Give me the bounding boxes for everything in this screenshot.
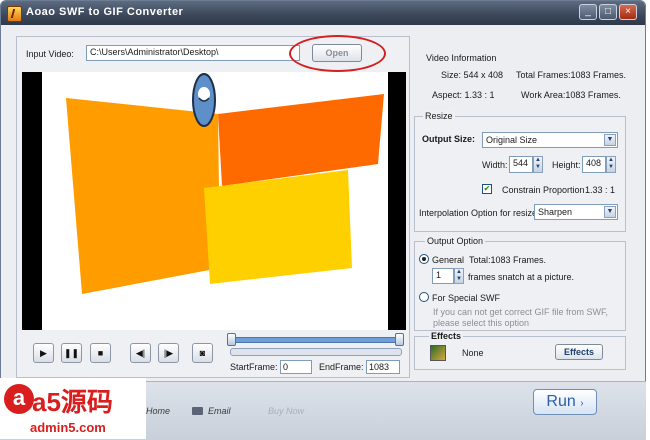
video-information-title: Video Information bbox=[426, 53, 497, 63]
general-label: General bbox=[432, 255, 465, 265]
output-option-title: Output Option bbox=[425, 236, 486, 246]
run-label: Run bbox=[546, 393, 576, 410]
flash-app-icon bbox=[7, 6, 22, 22]
run-button[interactable]: Run › bbox=[533, 389, 597, 415]
width-label: Width: bbox=[482, 160, 508, 170]
special-swf-label: For Special SWF bbox=[432, 293, 501, 303]
input-video-label: Input Video: bbox=[26, 49, 74, 59]
constrain-proportion-label: Constrain Proportion bbox=[502, 185, 585, 195]
buy-now-link[interactable]: Buy Now bbox=[268, 406, 304, 416]
resize-title: Resize bbox=[423, 111, 455, 121]
effects-thumbnail-icon bbox=[430, 345, 446, 361]
video-information-group: Video Information bbox=[414, 53, 624, 108]
height-label: Height: bbox=[552, 160, 581, 170]
video-aspect: Aspect: 1.33 : 1 bbox=[432, 90, 495, 100]
interpolation-value: Sharpen bbox=[538, 207, 573, 217]
yellow-shape bbox=[204, 170, 352, 284]
width-input[interactable]: 544 bbox=[509, 156, 533, 173]
highlight-ellipse bbox=[289, 35, 386, 72]
email-icon bbox=[192, 407, 203, 415]
watermark-logo: a a5源码 admin5.com bbox=[0, 378, 146, 439]
maximize-button[interactable]: □ bbox=[599, 4, 617, 20]
run-arrow-icon: › bbox=[580, 398, 584, 409]
output-size-select[interactable]: Original Size ▼ bbox=[482, 132, 618, 148]
preview-canvas bbox=[42, 72, 388, 330]
effects-value: None bbox=[462, 348, 484, 358]
pause-button[interactable]: ❚❚ bbox=[61, 343, 82, 363]
interpolation-label: Interpolation Option for resize: bbox=[419, 208, 540, 218]
special-swf-note-2: please select this option bbox=[433, 318, 530, 328]
effects-button[interactable]: Effects bbox=[555, 344, 603, 360]
stop-button[interactable]: ■ bbox=[90, 343, 111, 363]
work-area-slider[interactable] bbox=[230, 337, 402, 343]
output-total-frames: Total:1083 Frames. bbox=[469, 255, 547, 265]
video-total-frames: Total Frames:1083 Frames. bbox=[516, 70, 627, 80]
chevron-down-icon: ▼ bbox=[604, 134, 616, 146]
width-spinner-icon[interactable]: ▲ ▼ bbox=[533, 156, 543, 173]
chevron-down-icon: ▼ bbox=[604, 206, 616, 218]
close-button[interactable]: × bbox=[619, 4, 637, 20]
frames-spinner-icon[interactable]: ▲ ▼ bbox=[454, 268, 464, 284]
preview-artwork bbox=[66, 73, 384, 294]
general-radio[interactable] bbox=[419, 254, 429, 264]
output-size-value: Original Size bbox=[486, 135, 538, 145]
video-work-area: Work Area:1083 Frames. bbox=[521, 90, 621, 100]
watermark-url: admin5.com bbox=[30, 420, 106, 435]
input-video-path-field[interactable]: C:\Users\Administrator\Desktop\ bbox=[86, 45, 300, 61]
output-size-label: Output Size: bbox=[422, 134, 475, 144]
end-frame-label: EndFrame: bbox=[319, 362, 364, 372]
video-preview bbox=[22, 72, 406, 330]
home-link[interactable]: Home bbox=[146, 406, 170, 416]
orange-shape bbox=[66, 98, 220, 294]
height-spinner-icon[interactable]: ▲ ▼ bbox=[606, 156, 616, 173]
special-swf-radio[interactable] bbox=[419, 292, 429, 302]
title-bar: Aoao SWF to GIF Converter _ □ × bbox=[1, 1, 645, 25]
playback-progress-bar[interactable] bbox=[230, 348, 402, 356]
minimize-button[interactable]: _ bbox=[579, 4, 597, 20]
interpolation-select[interactable]: Sharpen ▼ bbox=[534, 204, 618, 220]
constrain-ratio: 1.33 : 1 bbox=[585, 185, 616, 195]
start-frame-input[interactable]: 0 bbox=[280, 360, 312, 374]
end-slider-handle[interactable] bbox=[395, 333, 404, 346]
height-input[interactable]: 408 bbox=[582, 156, 606, 173]
window-title: Aoao SWF to GIF Converter bbox=[26, 6, 184, 18]
snapshot-camera-icon[interactable]: ◙ bbox=[192, 343, 213, 363]
video-size: Size: 544 x 408 bbox=[441, 70, 504, 80]
frames-snatch-label: frames snatch at a picture. bbox=[468, 272, 575, 282]
start-frame-label: StartFrame: bbox=[230, 362, 278, 372]
frames-snatch-input[interactable]: 1 bbox=[432, 268, 454, 284]
end-frame-input[interactable]: 1083 bbox=[366, 360, 400, 374]
email-link[interactable]: Email bbox=[208, 406, 231, 416]
a5-logo-icon: a bbox=[4, 384, 34, 414]
watermark-brand: a5源码 bbox=[32, 387, 113, 417]
start-slider-handle[interactable] bbox=[227, 333, 236, 346]
play-button[interactable]: ▶ bbox=[33, 343, 54, 363]
effects-title: Effects bbox=[429, 331, 464, 341]
special-swf-note: If you can not get correct GIF file from… bbox=[433, 307, 609, 317]
red-orange-shape bbox=[218, 94, 384, 186]
constrain-proportion-checkbox[interactable]: ✔ bbox=[482, 184, 492, 194]
previous-frame-button[interactable]: ◀| bbox=[130, 343, 151, 363]
next-frame-button[interactable]: |▶ bbox=[158, 343, 179, 363]
